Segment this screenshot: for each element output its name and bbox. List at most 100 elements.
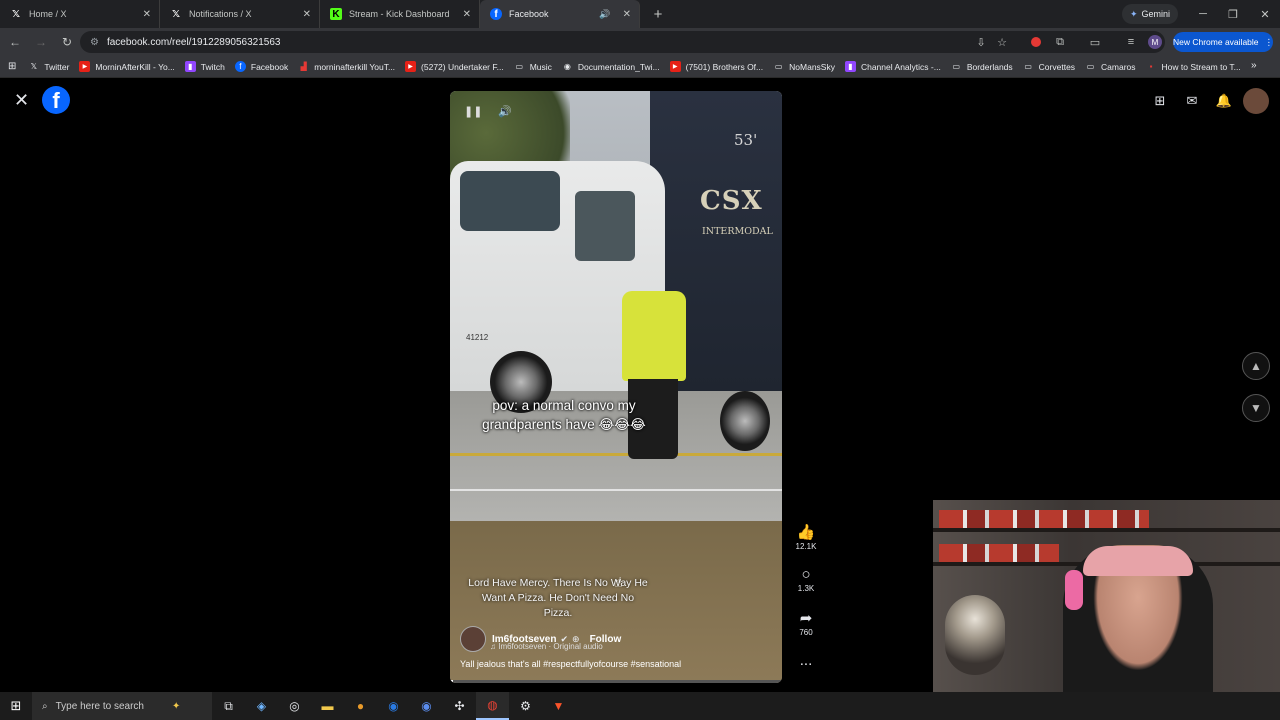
messenger-icon[interactable]: ✉ [1179, 88, 1205, 114]
profile-avatar[interactable]: M [1146, 33, 1164, 51]
video-progress-bar[interactable] [450, 680, 782, 683]
forward-button[interactable]: → [30, 31, 52, 53]
bookmark-star-icon[interactable]: ☆ [993, 33, 1011, 51]
task-view-icon[interactable]: ⧉ [212, 692, 245, 720]
reload-button[interactable]: ↻ [56, 31, 78, 53]
mouse-cursor-icon: ☝ [614, 574, 623, 590]
apps-grid-icon[interactable]: ⊞ [8, 61, 16, 72]
speaker-icon[interactable]: 🔊 [599, 9, 610, 20]
video-truck-windshield [460, 171, 560, 231]
search-placeholder: Type here to search [55, 700, 144, 712]
tab-kick-dashboard[interactable]: K Stream - Kick Dashboard ✕ [320, 0, 480, 28]
bookmark-label: Twitter [44, 61, 70, 72]
comment-count: 1.3K [797, 584, 815, 593]
close-icon[interactable]: ✕ [463, 9, 471, 20]
url-text: facebook.com/reel/1912289056321563 [106, 36, 281, 48]
bookmark-item[interactable]: ▭ Borderlands [951, 61, 1013, 72]
windows-start-icon[interactable]: ⊞ [0, 692, 32, 720]
bookmark-item[interactable]: ▪ How to Stream to T... [1146, 61, 1241, 72]
new-tab-button[interactable]: + [646, 2, 670, 26]
chrome-icon[interactable]: ◍ [476, 692, 509, 720]
bookmark-item[interactable]: ▶ (5272) Undertaker F... [405, 61, 504, 72]
bookmark-label: (7501) Brothers Of... [685, 61, 764, 72]
youtube-icon: ▶ [405, 61, 417, 72]
more-options-button[interactable]: ... [792, 652, 820, 669]
chevron-right-icon[interactable]: » [1251, 60, 1257, 71]
copilot-icon[interactable]: ◈ [245, 692, 278, 720]
like-button[interactable]: 👍 12.1K [792, 523, 820, 551]
close-icon[interactable]: ✕ [303, 9, 311, 20]
site-info-icon[interactable]: ⚙ [90, 37, 99, 48]
app-icon[interactable]: ◉ [410, 692, 443, 720]
notifications-bell-icon[interactable]: 🔔 [1211, 88, 1237, 114]
folder-icon: ▭ [1086, 62, 1095, 71]
close-icon[interactable]: ✕ [143, 9, 151, 20]
bookmark-item[interactable]: ▭ Camaros [1085, 61, 1136, 72]
cast-icon[interactable]: ▭ [1086, 33, 1104, 51]
analytics-icon: ▟ [300, 62, 307, 71]
bookmark-item[interactable]: 𝕏 Twitter [28, 61, 70, 72]
bookmark-item[interactable]: ▟ morninafterkill YouT... [298, 61, 395, 72]
media-controls-icon[interactable]: ≡ [1122, 33, 1140, 51]
folder-icon: ▭ [515, 62, 523, 71]
bookmark-label: Twitch [200, 61, 225, 72]
next-reel-button[interactable]: ▼ [1242, 394, 1270, 422]
new-chrome-available-button[interactable]: New Chrome available ⋮ [1173, 32, 1273, 52]
bookmark-item[interactable]: ▭ Music [514, 61, 551, 72]
tab-home-x[interactable]: 𝕏 Home / X ✕ [0, 0, 160, 28]
settings-gear-icon[interactable]: ⚙ [509, 692, 542, 720]
close-icon[interactable]: ✕ [623, 9, 631, 20]
bookmark-label: Camaros [1101, 61, 1136, 72]
back-button[interactable]: ← [4, 31, 26, 53]
video-truck-side-window [575, 191, 635, 261]
close-icon[interactable]: ✕ [14, 90, 29, 111]
pause-icon[interactable]: ❚❚ [464, 105, 482, 118]
thumbs-up-icon: 👍 [796, 524, 816, 541]
bookmark-item[interactable]: ▭ Corvettes [1023, 61, 1075, 72]
gemini-button[interactable]: ✦ Gemini [1122, 4, 1178, 24]
previous-reel-button[interactable]: ▲ [1242, 352, 1270, 380]
reel-video[interactable]: 53' CSX INTERMODAL 41212 ❚❚ 🔊 pov: a nor… [450, 91, 782, 683]
bookmark-item[interactable]: ▮ Channel Analytics -... [844, 61, 941, 72]
app-icon[interactable]: ✣ [443, 692, 476, 720]
facebook-logo-icon: f [490, 8, 502, 20]
volume-icon[interactable]: 🔊 [498, 105, 512, 118]
bookmark-item[interactable]: f Facebook [234, 61, 288, 72]
webcam-beanie [1083, 546, 1193, 576]
gemini-label: Gemini [1141, 9, 1171, 19]
restore-button[interactable]: ❐ [1218, 0, 1248, 28]
twitch-icon: ▮ [844, 61, 856, 72]
tab-facebook[interactable]: f Facebook 🔊 ✕ [480, 0, 640, 28]
bookmark-label: (5272) Undertaker F... [421, 61, 504, 72]
comment-button[interactable]: ○ 1.3K [792, 566, 820, 593]
app-icon[interactable]: ● [344, 692, 377, 720]
brave-icon[interactable]: ▼ [542, 692, 575, 720]
app-icon[interactable]: ◉ [377, 692, 410, 720]
menu-grid-icon[interactable]: ⊞ [1147, 88, 1173, 114]
avatar[interactable] [1243, 88, 1269, 114]
author-avatar[interactable] [460, 626, 486, 652]
bookmark-item[interactable]: ▶ MorninAfterKill - Yo... [79, 61, 175, 72]
webcam-headset [1065, 570, 1083, 610]
reel-audio[interactable]: ♫ Im6footseven · Original audio [490, 642, 603, 651]
webcam-shoe-boxes [939, 510, 1149, 528]
extension-record-icon[interactable] [1027, 33, 1045, 51]
comment-bubble-icon: ○ [801, 566, 811, 583]
obs-icon[interactable]: ◎ [278, 692, 311, 720]
kick-logo-icon: K [330, 8, 342, 20]
share-button[interactable]: ➦ 760 [792, 609, 820, 637]
youtube-icon: ▶ [669, 61, 681, 72]
bookmark-item[interactable]: ▮ Twitch [184, 61, 225, 72]
file-explorer-icon[interactable]: ▬ [311, 692, 344, 720]
tab-notifications-x[interactable]: 𝕏 Notifications / X ✕ [160, 0, 320, 28]
facebook-logo-icon[interactable]: f [42, 86, 70, 114]
extensions-icon[interactable]: ⧉ [1051, 33, 1069, 51]
bookmark-item[interactable]: ▭ NoMansSky [773, 61, 835, 72]
truck-text: CSX [700, 186, 763, 216]
bookmark-item[interactable]: ▶ (7501) Brothers Of... [669, 61, 764, 72]
bookmark-item[interactable]: ◉ Documentation_Twi... [562, 61, 660, 72]
window-close-button[interactable]: ✕ [1250, 0, 1280, 28]
install-app-icon[interactable]: ⇩ [972, 33, 990, 51]
taskbar-search[interactable]: ⌕ Type here to search ✦ [32, 692, 212, 720]
minimize-button[interactable]: ─ [1188, 0, 1218, 28]
